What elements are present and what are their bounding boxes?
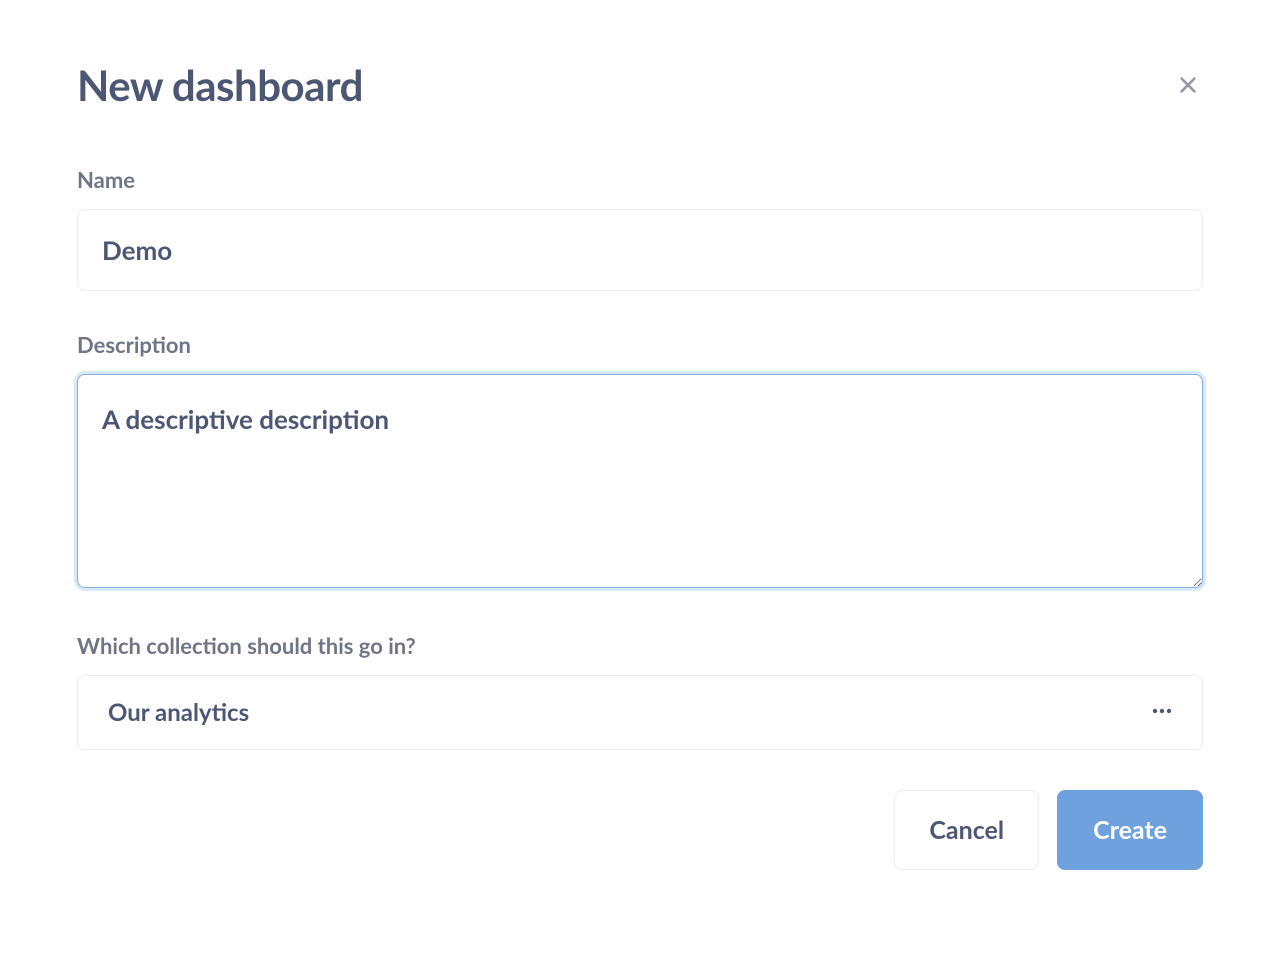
close-icon xyxy=(1177,74,1199,99)
collection-options-button[interactable] xyxy=(1150,699,1174,726)
modal-footer: Cancel Create xyxy=(77,790,1203,870)
cancel-button[interactable]: Cancel xyxy=(894,790,1039,870)
modal-title: New dashboard xyxy=(77,60,363,110)
collection-select[interactable]: Our analytics xyxy=(77,675,1203,750)
name-field-group: Name xyxy=(77,166,1203,291)
collection-field-group: Which collection should this go in? Our … xyxy=(77,632,1203,750)
collection-value: Our analytics xyxy=(108,698,249,727)
description-label: Description xyxy=(77,331,1203,358)
close-button[interactable] xyxy=(1169,66,1207,107)
modal-header: New dashboard xyxy=(77,60,1203,110)
description-field-group: Description xyxy=(77,331,1203,592)
name-input[interactable] xyxy=(77,209,1203,291)
ellipsis-icon xyxy=(1150,699,1174,726)
description-textarea[interactable] xyxy=(77,374,1203,588)
create-button[interactable]: Create xyxy=(1057,790,1203,870)
collection-label: Which collection should this go in? xyxy=(77,632,1203,659)
new-dashboard-modal: New dashboard Name Description Which col… xyxy=(15,0,1265,930)
name-label: Name xyxy=(77,166,1203,193)
